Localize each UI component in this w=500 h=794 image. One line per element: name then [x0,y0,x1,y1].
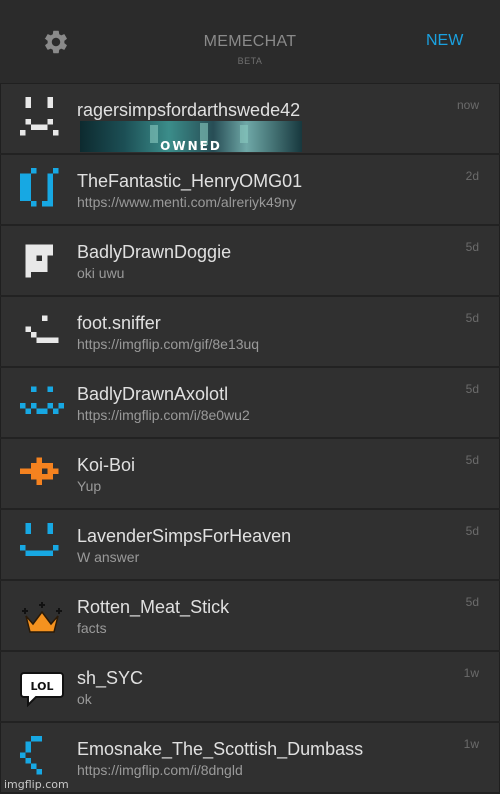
conversation-time: 5d [465,595,479,609]
smirk-face-icon [25,315,59,343]
conversation-time: 2d [465,169,479,183]
conversation-row[interactable]: LavenderSimpsForHeaven W answer 5d [0,510,500,581]
conversation-row[interactable]: ragersimpsfordarthswede42 now OWNED [0,84,500,155]
imgflip-watermark: imgflip.com [4,778,69,791]
conversation-row[interactable]: BadlyDrawnDoggie oki uwu 5d [0,226,500,297]
conversation-time: now [456,98,479,112]
lol-bubble-icon: LOL [20,672,64,708]
image-attachment-thumbnail[interactable]: OWNED [80,121,302,152]
conversation-time: 5d [465,524,479,538]
conversation-preview: https://www.menti.com/alreriyk49ny [77,194,297,210]
attachment-caption: OWNED [160,139,222,152]
conversation-username: sh_SYC [77,668,144,688]
brackets-face-icon [20,168,59,207]
conversation-time: 1w [463,737,479,751]
conversation-username: Koi-Boi [77,455,136,475]
axolotl-face-icon [20,386,64,414]
conversation-row[interactable]: LOL sh_SYC ok 1w [0,652,500,723]
conversation-preview: facts [77,620,107,636]
conversation-username: BadlyDrawnDoggie [77,242,232,262]
conversation-username: LavenderSimpsForHeaven [77,526,292,546]
crown-icon [22,602,62,633]
ghost-face-icon [20,97,59,136]
conversation-preview: https://imgflip.com/i/8e0wu2 [77,407,250,423]
conversation-row[interactable]: Emosnake_The_Scottish_Dumbass https://im… [0,723,500,794]
conversation-row[interactable]: TheFantastic_HenryOMG01 https://www.ment… [0,155,500,226]
conversation-time: 5d [465,453,479,467]
conversation-time: 5d [465,311,479,325]
conversation-username: TheFantastic_HenryOMG01 [77,171,303,191]
conversation-preview: W answer [77,549,140,565]
conversation-row[interactable]: Rotten_Meat_Stick facts 5d [0,581,500,652]
app-title: MEMECHAT [203,33,297,50]
new-chat-button[interactable]: NEW [426,32,463,50]
snake-icon [20,736,42,775]
conversation-time: 5d [465,240,479,254]
conversation-username: BadlyDrawnAxolotl [77,384,229,404]
conversation-row[interactable]: BadlyDrawnAxolotl https://imgflip.com/i/… [0,368,500,439]
conversation-username: Rotten_Meat_Stick [77,597,230,617]
conversation-username: ragersimpsfordarthswede42 [77,100,301,120]
conversation-username: Emosnake_The_Scottish_Dumbass [77,739,364,759]
conversation-preview: oki uwu [77,265,125,281]
conversation-time: 1w [463,666,479,680]
fish-icon [20,457,59,485]
conversation-row[interactable]: Koi-Boi Yup 5d [0,439,500,510]
conversation-preview: Yup [77,478,102,494]
conversation-preview: ok [77,691,92,707]
conversation-time: 5d [465,382,479,396]
conversation-username: foot.sniffer [77,313,161,333]
header-bar: MEMECHAT BETA NEW [0,0,500,84]
conversation-preview: https://imgflip.com/gif/8e13uq [77,336,260,352]
conversation-row[interactable]: foot.sniffer https://imgflip.com/gif/8e1… [0,297,500,368]
app-subtitle: BETA [237,56,263,66]
conversation-preview: https://imgflip.com/i/8dngld [77,762,243,778]
dog-face-icon [25,244,53,278]
svg-text:LOL: LOL [31,680,54,693]
smile-face-icon [20,523,59,556]
